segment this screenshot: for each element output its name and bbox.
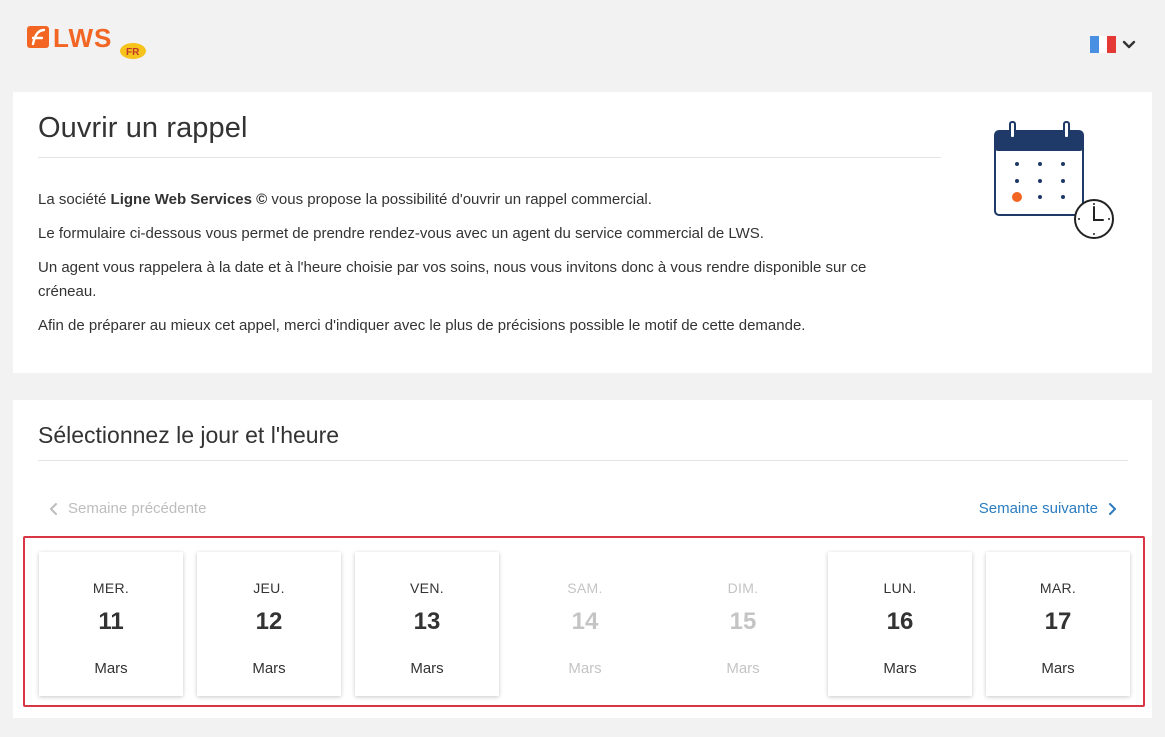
day-card-fri-13[interactable]: VEN. 13 Mars xyxy=(355,552,499,696)
day-month: Mars xyxy=(1041,660,1075,677)
day-month: Mars xyxy=(252,660,286,677)
intro-paragraph-3: Un agent vous rappelera à la date et à l… xyxy=(38,259,867,300)
day-of-week: LUN. xyxy=(883,580,917,596)
day-of-week: MAR. xyxy=(1039,580,1077,596)
day-month: Mars xyxy=(726,660,760,677)
intro-card: Ouvrir un rappel La société Ligne Web Se… xyxy=(13,92,1152,373)
day-card-thu-12[interactable]: JEU. 12 Mars xyxy=(197,552,341,696)
lws-logo[interactable]: LWS FR xyxy=(27,23,149,64)
schedule-card: Sélectionnez le jour et l'heure Semaine … xyxy=(13,400,1152,718)
day-picker: MER. 11 Mars JEU. 12 Mars VEN. 13 Mars S… xyxy=(23,536,1145,707)
language-selector[interactable] xyxy=(1090,36,1136,53)
intro-paragraph-2: Le formulaire ci-dessous vous permet de … xyxy=(38,225,764,242)
svg-text:FR: FR xyxy=(126,47,140,58)
company-name: Ligne Web Services © xyxy=(110,191,268,208)
top-bar: LWS FR xyxy=(0,0,1165,90)
day-card-wed-11[interactable]: MER. 11 Mars xyxy=(39,552,183,696)
day-number: 17 xyxy=(1044,608,1072,635)
day-card-sat-14: SAM. 14 Mars xyxy=(513,552,657,696)
day-number: 15 xyxy=(729,608,757,635)
day-of-week: VEN. xyxy=(410,580,444,596)
chevron-left-icon xyxy=(50,502,57,515)
chevron-down-icon xyxy=(1122,40,1136,48)
day-number: 11 xyxy=(98,608,124,635)
schedule-title: Sélectionnez le jour et l'heure xyxy=(38,422,340,448)
day-month: Mars xyxy=(568,660,602,677)
day-number: 16 xyxy=(886,608,914,635)
day-card-tue-17[interactable]: MAR. 17 Mars xyxy=(986,552,1130,696)
day-card-sun-15: DIM. 15 Mars xyxy=(671,552,815,696)
day-of-week: JEU. xyxy=(253,580,285,596)
day-of-week: MER. xyxy=(92,580,130,596)
schedule-divider xyxy=(38,460,1128,461)
day-month: Mars xyxy=(410,660,444,677)
title-divider xyxy=(38,157,941,158)
day-of-week: DIM. xyxy=(727,580,759,596)
day-of-week: SAM. xyxy=(567,580,603,596)
calendar-clock-icon xyxy=(994,121,1114,239)
next-week-link[interactable]: Semaine suivante xyxy=(979,500,1118,517)
intro-paragraph-4: Afin de préparer au mieux cet appel, mer… xyxy=(38,317,806,334)
previous-week-label: Semaine précédente xyxy=(68,500,207,517)
french-flag-icon xyxy=(1090,36,1117,53)
chevron-right-icon xyxy=(1109,502,1116,515)
day-number: 13 xyxy=(413,608,441,635)
previous-week-link[interactable]: Semaine précédente xyxy=(48,500,206,517)
day-card-mon-16[interactable]: LUN. 16 Mars xyxy=(828,552,972,696)
next-week-label: Semaine suivante xyxy=(978,500,1098,517)
day-month: Mars xyxy=(94,660,128,677)
day-number: 14 xyxy=(571,608,599,635)
page-title: Ouvrir un rappel xyxy=(38,112,248,144)
svg-text:LWS: LWS xyxy=(53,24,112,53)
day-month: Mars xyxy=(883,660,917,677)
intro-paragraph-1: La société Ligne Web Services © vous pro… xyxy=(38,191,652,208)
day-number: 12 xyxy=(255,608,283,635)
